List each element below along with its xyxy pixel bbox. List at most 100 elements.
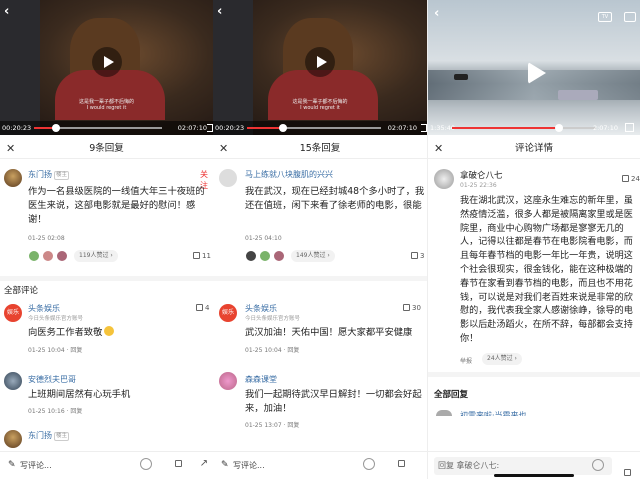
progress-slider[interactable] [247,124,381,132]
avatar[interactable] [4,372,22,390]
username[interactable]: 头条娱乐 [28,303,60,314]
play-icon[interactable] [522,60,546,84]
progress-slider[interactable] [452,124,596,132]
likers-pill[interactable]: 24人赞过 › [482,353,522,365]
section-title: 全部评论 [4,286,39,296]
back-icon[interactable]: ‹ [217,4,222,19]
progress-handle[interactable] [554,124,563,132]
replies-count-title: 9条回复 [89,143,124,154]
comment-text: 向医务工作者致敬 [28,326,208,340]
video-player[interactable]: ‹ TV 1:35:40 2:07:10 [428,0,640,135]
comment-composer: ✎ 写评论... [213,451,427,479]
pip-icon[interactable] [624,12,636,22]
username[interactable]: 头条娱乐 [245,303,277,314]
total-time: 02:07:10 [387,124,417,132]
progress-handle[interactable] [279,124,288,132]
likers-pill[interactable]: 119人赞过 › [74,250,118,262]
like-button[interactable]: 24 [622,175,640,183]
panel-left: ‹ 这是我一辈子都不后悔的 I would regret it 00:20:23… [0,0,213,479]
avatar[interactable] [434,169,454,189]
replies-header: ✕ 9条回复 [0,139,213,159]
like-button[interactable]: 3 [411,252,424,260]
username[interactable]: 马上练就八块腹肌的兴兴 [245,169,333,180]
subtitle: 这是我一辈子都不后悔的 I would regret it [78,99,135,111]
avatar[interactable] [4,169,22,187]
fullscreen-icon[interactable] [625,123,634,132]
total-time: 02:07:10 [177,124,207,132]
section-title: 全部回复 [434,390,469,400]
progress-fill [247,127,284,129]
comment-text: 我在武汉，现在已经封城48个多小时了，我还在值班，闲下来看了徐老师的电影，很能 [245,186,425,211]
progress-slider[interactable] [34,124,162,132]
username[interactable]: 初雪来啦·当霜来也 [460,410,527,416]
home-indicator [494,474,574,477]
comment-input[interactable]: 写评论... [233,460,265,471]
comment-text: 作为一名县级医院的一线值大年三十夜班的医生来说，这部电影就是最好的慰问！感谢！ [28,186,205,225]
account-source: 今日头条娱乐官方账号 [28,316,84,322]
divider [0,276,213,281]
likers-pill[interactable]: 149人赞过 › [291,250,335,262]
back-icon[interactable]: ‹ [434,6,439,21]
comment-text: 武汉加油！天佑中国！愿大家都平安健康 [245,327,413,338]
username[interactable]: 森森课堂 [245,374,277,385]
detail-title: 评论详情 [514,143,553,154]
reply-input[interactable]: 回复 拿破仑八七: [434,457,612,475]
username[interactable]: 东门扬 楼主 [28,430,70,441]
thumb-up-icon [411,252,418,259]
divider [428,372,640,377]
clap-emoji-icon [104,326,115,336]
play-icon[interactable] [91,47,122,77]
comment-time: 01-25 13:07 · 回复 [245,422,300,429]
panel-right: ‹ TV 1:35:40 2:07:10 ✕ 评论详情 拿破仑八七 01-25 … [427,0,640,479]
like-button[interactable]: 11 [193,252,211,260]
avatar[interactable] [219,372,237,390]
liker-avatar [56,250,68,262]
op-badge: 楼主 [54,432,70,441]
username[interactable]: 拿破仑八七 [460,169,503,181]
liker-avatar [28,250,40,262]
username[interactable]: 东门扬 楼主 [28,169,70,180]
progress-fill [452,127,559,129]
avatar[interactable] [219,169,237,187]
subtitle: 这是我一辈子都不后悔的 I would regret it [292,99,348,111]
progress-handle[interactable] [51,124,60,132]
close-icon[interactable]: ✕ [6,139,15,159]
comment-input[interactable]: 写评论... [20,460,52,471]
video-player[interactable]: ‹ 这是我一辈子都不后悔的 I would regret it 00:20:23… [213,0,427,135]
like-icon[interactable] [624,460,631,479]
current-time: 00:20:23 [2,124,32,132]
avatar[interactable] [436,410,452,416]
current-time: 00:20:23 [215,124,245,132]
report-link[interactable]: 举报 [460,356,472,365]
close-icon[interactable]: ✕ [434,139,443,159]
emoji-icon[interactable] [140,458,152,470]
avatar[interactable] [4,430,22,448]
like-button[interactable]: 30 [403,304,421,312]
thumb-up-icon [622,175,629,182]
comment-text: 上班期间居然有心玩手机 [28,389,131,400]
divider [213,276,427,281]
video-player[interactable]: ‹ 这是我一辈子都不后悔的 I would regret it 00:20:23… [0,0,213,135]
tv-cast-icon[interactable]: TV [598,12,612,22]
emoji-icon[interactable] [363,458,375,470]
liker-avatar [42,250,54,262]
like-icon[interactable] [395,458,407,470]
liker-avatar [245,250,257,262]
emoji-icon[interactable] [592,459,604,471]
replies-header: ✕ 15条回复 [213,139,427,159]
play-icon[interactable] [305,47,335,77]
like-icon[interactable] [172,458,184,470]
close-icon[interactable]: ✕ [219,139,228,159]
back-icon[interactable]: ‹ [4,4,9,19]
panel-middle: ‹ 这是我一辈子都不后悔的 I would regret it 00:20:23… [213,0,427,479]
share-icon[interactable]: ↗ [198,458,210,470]
comment-time: 01-25 10:16 · 回复 [28,408,83,415]
avatar[interactable]: 娱乐 [219,304,237,322]
pen-icon: ✎ [8,460,16,470]
comment-text: 我在湖北武汉，这座永生难忘的新年里，虽然疫情泛滥，很多人都是被隔离家里或是医院里… [460,196,633,344]
thumb-up-icon [403,304,410,311]
thumb-up-icon [193,252,200,259]
like-button[interactable]: 4 [196,304,209,312]
avatar[interactable]: 娱乐 [4,304,22,322]
username[interactable]: 安德烈夫巴哥 [28,374,76,385]
